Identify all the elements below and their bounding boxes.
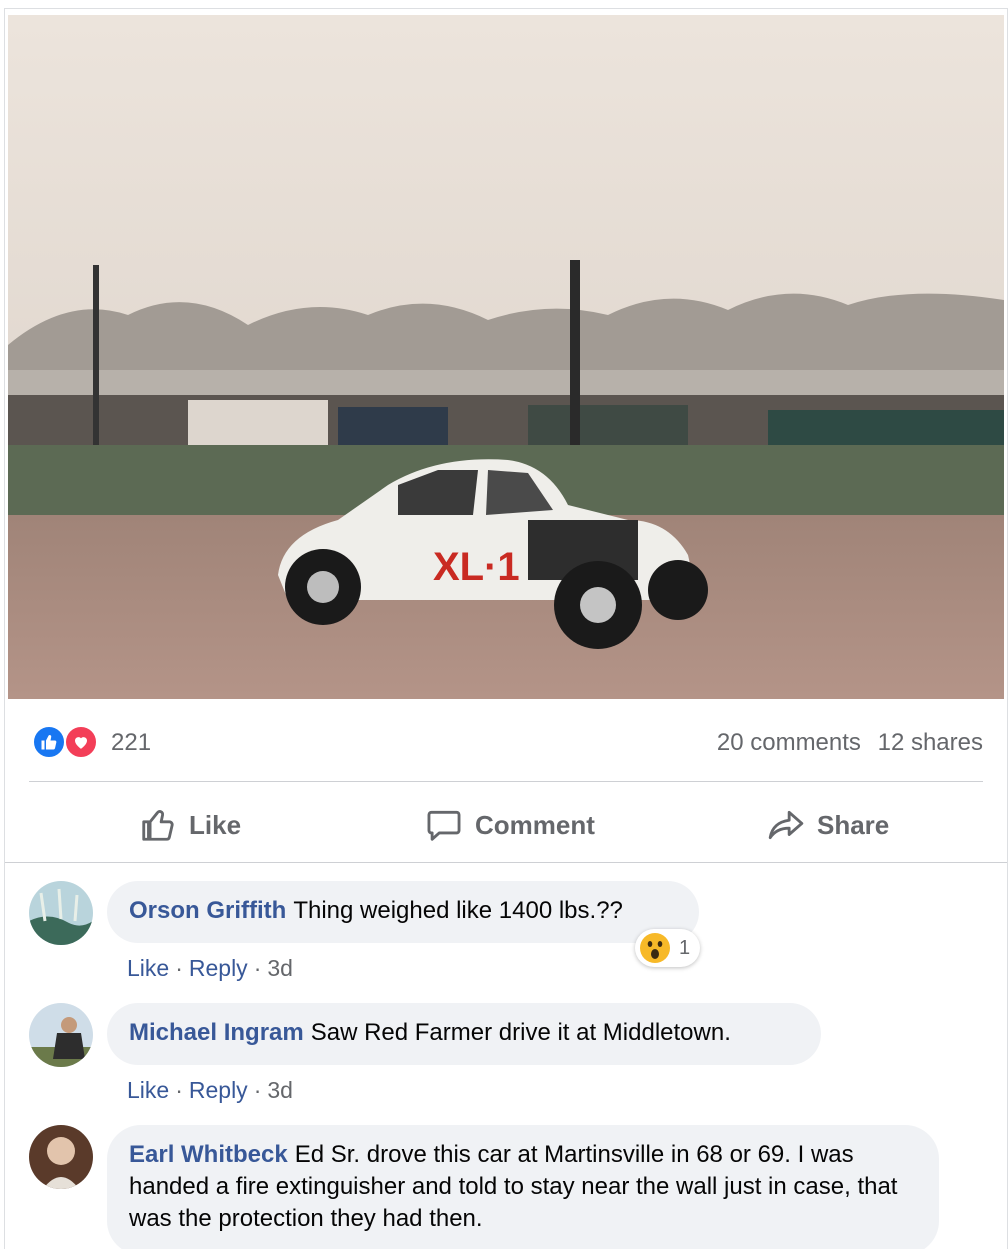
- like-icon: [32, 725, 66, 759]
- avatar[interactable]: [29, 1003, 93, 1067]
- separator-dot: ·: [175, 955, 183, 981]
- separator-dot: ·: [253, 1077, 262, 1103]
- comment-icon: [427, 810, 461, 841]
- comment-author[interactable]: Orson Griffith: [129, 897, 286, 924]
- comment-text: Saw Red Farmer drive it at Middletown.: [310, 1019, 731, 1046]
- post-photo[interactable]: XL·1: [8, 15, 1004, 699]
- comment-like-link[interactable]: Like: [127, 1077, 169, 1103]
- comment-timestamp[interactable]: 3d: [267, 1077, 293, 1103]
- avatar[interactable]: [29, 1125, 93, 1189]
- divider: [5, 862, 1007, 863]
- comment-author[interactable]: Michael Ingram: [129, 1019, 304, 1046]
- post-stats: 221 20 comments 12 shares: [29, 717, 983, 765]
- comment-text: Thing weighed like 1400 lbs.??: [293, 897, 623, 924]
- comment-timestamp[interactable]: 3d: [267, 955, 293, 981]
- avatar-image: [29, 1003, 93, 1067]
- comment-reply-link[interactable]: Reply: [189, 955, 248, 981]
- comment-meta: Like · Reply · 3d: [127, 1077, 293, 1104]
- comment-bubble: Earl Whitbeck Ed Sr. drove this car at Ma…: [107, 1125, 939, 1249]
- comment-bubble: Orson Griffith Thing weighed like 1400 lb…: [107, 881, 699, 943]
- post-actions: Like Comment Share: [29, 789, 983, 861]
- share-button-label: Share: [817, 809, 890, 840]
- like-button-label: Like: [189, 809, 242, 840]
- svg-text:XL·1: XL·1: [433, 545, 520, 589]
- thumbs-up-icon: [142, 810, 174, 841]
- share-button[interactable]: Share: [767, 789, 889, 861]
- like-button[interactable]: Like: [139, 789, 241, 861]
- wow-icon: [640, 933, 670, 963]
- comment-reaction-count[interactable]: 1: [635, 929, 701, 967]
- engagement-counts: 20 comments 12 shares: [707, 729, 983, 757]
- reaction-count: 1: [679, 936, 691, 959]
- avatar-image: [29, 881, 93, 945]
- avatar[interactable]: [29, 881, 93, 945]
- comment-meta: Like · Reply · 3d: [127, 955, 293, 982]
- comment-button[interactable]: Comment: [425, 789, 595, 861]
- avatar-image: [29, 1125, 93, 1189]
- reaction-count[interactable]: 221: [111, 729, 151, 757]
- comment-bubble: Michael Ingram Saw Red Farmer drive it at…: [107, 1003, 821, 1065]
- share-arrow-icon: [768, 810, 804, 840]
- love-icon: [64, 725, 98, 759]
- comment-like-link[interactable]: Like: [127, 955, 169, 981]
- separator-dot: ·: [175, 1077, 183, 1103]
- post-card: XL·1 221 20 comments 12 shares Like Comm…: [4, 8, 1008, 1249]
- comment-author[interactable]: Earl Whitbeck: [129, 1141, 288, 1168]
- race-car-photo: XL·1: [8, 15, 1004, 699]
- comment-reply-link[interactable]: Reply: [189, 1077, 248, 1103]
- comments-count-link[interactable]: 20 comments: [717, 729, 861, 756]
- comment-button-label: Comment: [475, 809, 595, 840]
- shares-count-link[interactable]: 12 shares: [878, 729, 983, 756]
- separator-dot: ·: [253, 955, 262, 981]
- divider: [29, 781, 983, 782]
